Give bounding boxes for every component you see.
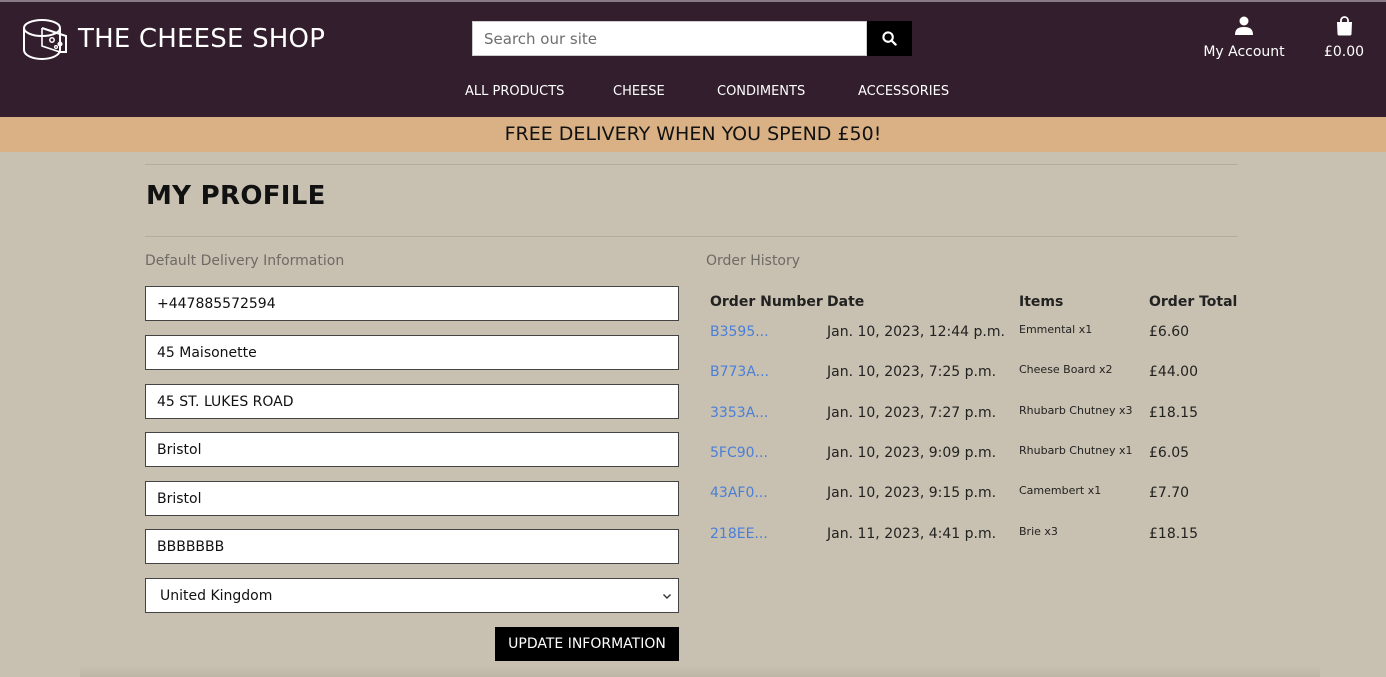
my-account-label: My Account [1203, 44, 1285, 60]
search-bar [472, 21, 912, 56]
site-header: THE CHEESE SHOP My Account £0.00 ALL PRO… [0, 0, 1386, 117]
order-number-link[interactable]: 5FC90... [710, 445, 768, 461]
order-items: Rhubarb Chutney x1 [1019, 444, 1133, 457]
order-date: Jan. 10, 2023, 9:09 p.m. [827, 445, 997, 461]
divider [145, 236, 1238, 237]
nav-all-products[interactable]: ALL PRODUCTS [465, 84, 564, 99]
divider [145, 164, 1238, 165]
logo[interactable]: THE CHEESE SHOP [22, 16, 325, 62]
phone-field[interactable] [145, 286, 679, 321]
search-icon [882, 31, 897, 46]
page-title: MY PROFILE [146, 181, 326, 211]
order-total: £6.05 [1149, 445, 1190, 461]
order-date: Jan. 10, 2023, 12:44 p.m. [827, 324, 1005, 340]
order-items: Cheese Board x2 [1019, 363, 1113, 376]
order-total: £18.15 [1149, 405, 1198, 421]
town-field[interactable] [145, 432, 679, 467]
street-address-1-field[interactable] [145, 335, 679, 370]
column-header-order-total: Order Total [1149, 294, 1238, 310]
order-number-link[interactable]: 218EE... [710, 526, 768, 542]
order-date: Jan. 10, 2023, 9:15 p.m. [827, 485, 997, 501]
delivery-heading: Default Delivery Information [145, 253, 345, 269]
county-field[interactable] [145, 481, 679, 516]
order-items: Rhubarb Chutney x3 [1019, 404, 1133, 417]
country-select-value: United Kingdom [160, 587, 273, 604]
order-total: £6.60 [1149, 324, 1190, 340]
order-total: £18.15 [1149, 526, 1198, 542]
cheese-wheel-icon [23, 19, 67, 61]
my-account-link[interactable]: My Account [1196, 16, 1292, 60]
search-input[interactable] [472, 21, 867, 56]
order-total: £7.70 [1149, 485, 1190, 501]
column-header-date: Date [827, 294, 865, 310]
order-items: Brie x3 [1019, 525, 1058, 538]
main-nav: ALL PRODUCTS CHEESE CONDIMENTS ACCESSORI… [0, 84, 1386, 104]
order-date: Jan. 10, 2023, 7:25 p.m. [827, 364, 997, 380]
user-icon [1235, 16, 1253, 35]
order-number-link[interactable]: 3353A... [710, 405, 768, 421]
chevron-down-icon [663, 593, 671, 599]
column-header-order-number: Order Number [710, 294, 823, 310]
street-address-2-field[interactable] [145, 384, 679, 419]
order-items: Camembert x1 [1019, 484, 1102, 497]
nav-cheese[interactable]: CHEESE [613, 84, 665, 99]
bag-total: £0.00 [1323, 44, 1365, 60]
shopping-bag-icon [1336, 16, 1352, 36]
free-delivery-banner: FREE DELIVERY WHEN YOU SPEND £50! [0, 117, 1386, 152]
order-total: £44.00 [1149, 364, 1198, 380]
order-history-heading: Order History [706, 253, 801, 269]
order-number-link[interactable]: 43AF0... [710, 485, 768, 501]
search-button[interactable] [867, 21, 912, 56]
order-date: Jan. 11, 2023, 4:41 p.m. [827, 526, 997, 542]
order-number-link[interactable]: B773A... [710, 364, 769, 380]
order-number-link[interactable]: B3595... [710, 324, 769, 340]
postcode-field[interactable] [145, 529, 679, 564]
nav-accessories[interactable]: ACCESSORIES [858, 84, 949, 99]
order-items: Emmental x1 [1019, 323, 1093, 336]
order-date: Jan. 10, 2023, 7:27 p.m. [827, 405, 997, 421]
nav-condiments[interactable]: CONDIMENTS [717, 84, 805, 99]
logo-text: THE CHEESE SHOP [78, 24, 326, 54]
footer-shadow [80, 665, 1320, 677]
shopping-bag-link[interactable]: £0.00 [1316, 16, 1372, 60]
column-header-items: Items [1019, 294, 1064, 310]
country-select[interactable]: United Kingdom [145, 578, 679, 613]
update-information-button[interactable]: UPDATE INFORMATION [495, 627, 679, 661]
